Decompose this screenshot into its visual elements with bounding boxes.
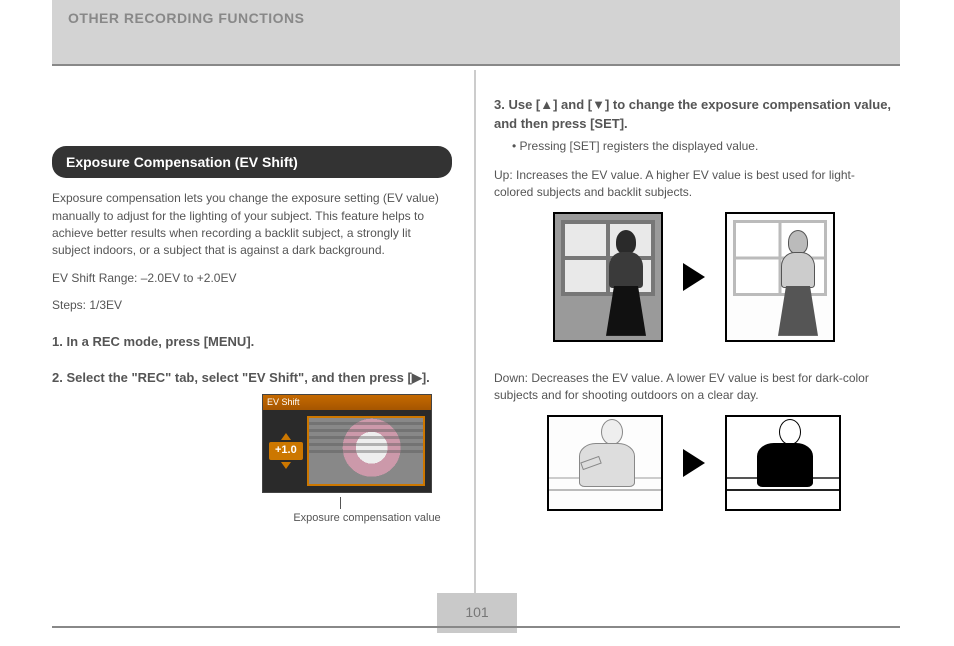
ev-plus-figures (494, 212, 894, 342)
ev-range-line: EV Shift Range: –2.0EV to +2.0EV (52, 270, 452, 287)
arrow-right-icon (683, 449, 705, 477)
step-2: 2. Select the "REC" tab, select "EV Shif… (52, 369, 452, 388)
step-3: 3. Use [▲] and [▼] to change the exposur… (494, 96, 894, 134)
page-number: 101 (0, 602, 954, 622)
step-1: 1. In a REC mode, press [MENU]. (52, 333, 452, 352)
header-underline (52, 64, 900, 66)
lcd-screenshot: EV Shift +1.0 (262, 394, 432, 493)
footer-rule (52, 626, 900, 628)
lcd-caption: Exposure compensation value (282, 511, 452, 527)
left-column: Exposure Compensation (EV Shift) Exposur… (52, 78, 452, 527)
right-column: 3. Use [▲] and [▼] to change the exposur… (494, 78, 894, 539)
lcd-body: +1.0 (263, 410, 431, 492)
fig-white-after (725, 415, 841, 511)
chevron-down-icon (281, 462, 291, 469)
ev-minus-description: Down: Decreases the EV value. A lower EV… (494, 370, 894, 405)
fig-backlit-after (725, 212, 835, 342)
step-3-note: • Pressing [SET] registers the displayed… (512, 138, 894, 155)
lcd-preview-image (307, 416, 425, 486)
ev-minus-figures (494, 415, 894, 511)
fig-backlit-before (553, 212, 663, 342)
lcd-value-column: +1.0 (269, 433, 303, 469)
arrow-right-icon (683, 263, 705, 291)
header-section-title: OTHER RECORDING FUNCTIONS (68, 10, 305, 26)
lcd-ev-value: +1.0 (269, 442, 303, 460)
fig-white-before (547, 415, 663, 511)
column-divider (474, 70, 476, 594)
lcd-title: EV Shift (263, 395, 431, 410)
section-heading-bar: Exposure Compensation (EV Shift) (52, 146, 452, 178)
ev-steps-line: Steps: 1/3EV (52, 297, 452, 314)
chevron-up-icon (281, 433, 291, 440)
section-heading-text: Exposure Compensation (EV Shift) (66, 154, 298, 170)
ev-plus-description: Up: Increases the EV value. A higher EV … (494, 167, 894, 202)
page-header: OTHER RECORDING FUNCTIONS (52, 0, 900, 64)
intro-paragraph: Exposure compensation lets you change th… (52, 190, 452, 260)
